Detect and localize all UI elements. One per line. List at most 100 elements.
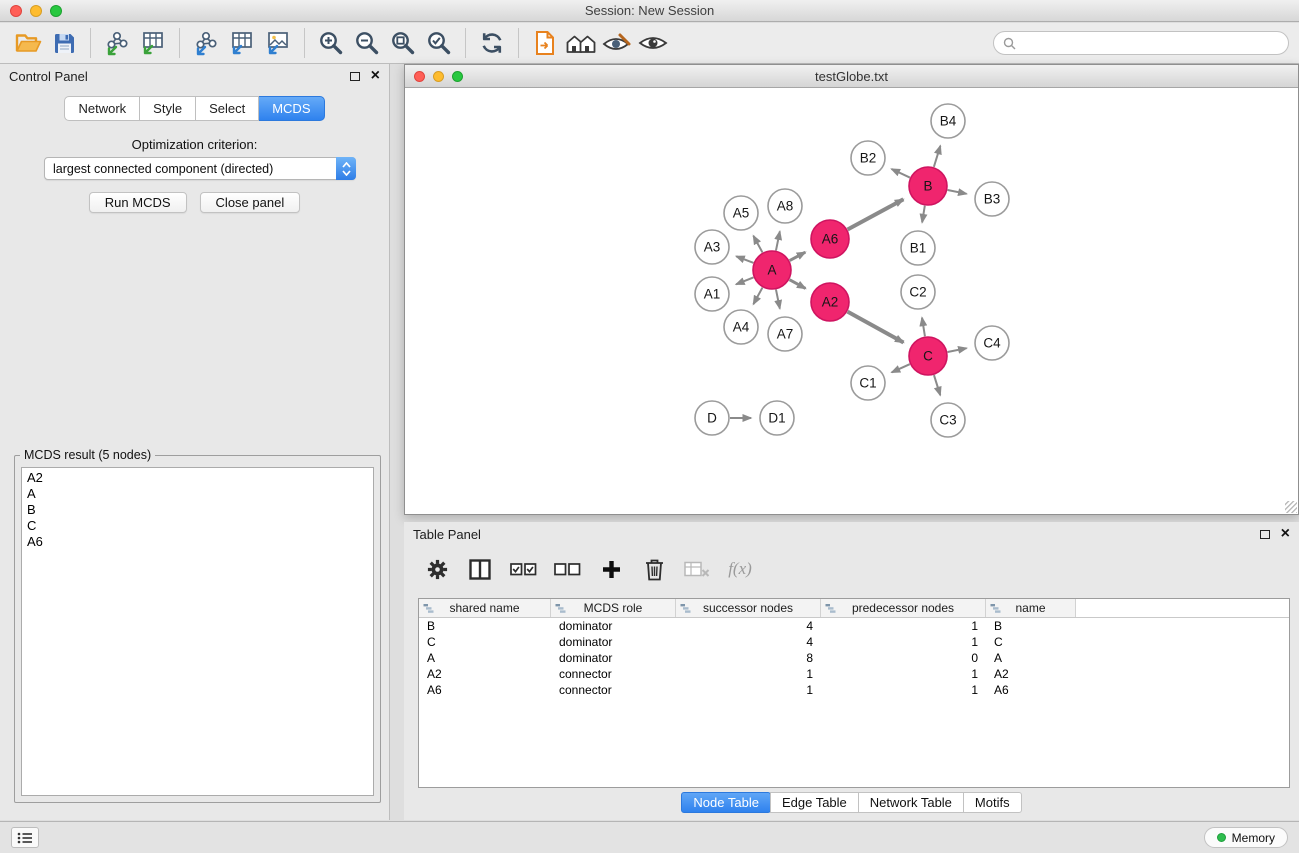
graph-edge-B-B2[interactable] — [892, 169, 910, 178]
refresh-button[interactable] — [474, 26, 510, 60]
graph-edge-A-A7[interactable] — [776, 290, 780, 309]
graph-node-label-A4: A4 — [733, 320, 750, 335]
unselect-all-columns-button[interactable] — [554, 554, 581, 584]
column-header-MCDS-role[interactable]: MCDS role — [551, 599, 676, 617]
delete-row-button[interactable] — [641, 554, 667, 584]
export-network-icon — [193, 30, 220, 56]
table-row-C[interactable]: Cdominator41C — [419, 634, 1289, 650]
status-bar: Memory — [0, 821, 1299, 853]
columns-button[interactable] — [467, 554, 493, 584]
new-network-icon — [533, 30, 557, 56]
graphics-details-button[interactable] — [599, 26, 635, 60]
search-box[interactable] — [993, 31, 1289, 55]
maximize-window-icon[interactable] — [50, 5, 62, 17]
graph-edge-B-B1[interactable] — [922, 206, 925, 223]
graph-edge-B-B3[interactable] — [948, 190, 967, 194]
birds-eye-button[interactable] — [635, 26, 671, 60]
graph-edge-A-A5[interactable] — [753, 236, 762, 253]
table-cell: A2 — [419, 667, 551, 681]
graph-node-label-A7: A7 — [777, 327, 794, 342]
network-window-titlebar[interactable]: testGlobe.txt — [405, 65, 1298, 88]
run-mcds-button[interactable]: Run MCDS — [89, 192, 187, 213]
new-network-button[interactable] — [527, 26, 563, 60]
search-input[interactable] — [1021, 36, 1279, 50]
zoom-fit-icon — [390, 30, 416, 56]
table-cell: dominator — [551, 651, 676, 665]
column-header-predecessor-nodes[interactable]: predecessor nodes — [821, 599, 986, 617]
zoom-out-button[interactable] — [349, 26, 385, 60]
memory-button[interactable]: Memory — [1204, 827, 1288, 848]
close-panel-icon[interactable]: × — [371, 68, 380, 84]
table-panel-header: Table Panel × — [404, 522, 1299, 546]
task-history-button[interactable] — [11, 827, 39, 848]
optimization-criterion-dropdown[interactable]: largest connected component (directed) — [44, 157, 356, 180]
home-button[interactable] — [563, 26, 599, 60]
network-maximize-icon[interactable] — [452, 71, 463, 82]
graph-edge-C-C3[interactable] — [934, 375, 940, 395]
table-row-A2[interactable]: A2connector11A2 — [419, 666, 1289, 682]
result-item[interactable]: C — [22, 518, 373, 534]
table-row-A[interactable]: Adominator80A — [419, 650, 1289, 666]
add-row-button[interactable] — [598, 554, 624, 584]
export-image-button[interactable] — [260, 26, 296, 60]
network-close-icon[interactable] — [414, 71, 425, 82]
close-table-panel-icon[interactable]: × — [1281, 526, 1290, 542]
delete-table-disabled-button — [684, 554, 710, 584]
float-panel-icon[interactable] — [350, 72, 360, 81]
memory-label: Memory — [1232, 831, 1275, 845]
graph-edge-A-A4[interactable] — [753, 288, 762, 305]
mcds-result-list[interactable]: A2ABCA6 — [21, 467, 374, 796]
tab-select[interactable]: Select — [196, 96, 259, 121]
graph-edge-A-A6[interactable] — [790, 252, 806, 260]
tab-node-table[interactable]: Node Table — [681, 792, 771, 813]
close-window-icon[interactable] — [10, 5, 22, 17]
table-row-A6[interactable]: A6connector11A6 — [419, 682, 1289, 698]
control-panel-header: Control Panel × — [0, 64, 389, 88]
graph-edge-C-C2[interactable] — [922, 318, 925, 337]
save-button[interactable] — [46, 26, 82, 60]
column-header-name[interactable]: name — [986, 599, 1076, 617]
minimize-window-icon[interactable] — [30, 5, 42, 17]
graph-edge-A-A3[interactable] — [736, 256, 753, 263]
select-all-columns-button[interactable] — [510, 554, 537, 584]
result-item[interactable]: B — [22, 502, 373, 518]
export-network-button[interactable] — [188, 26, 224, 60]
result-item[interactable]: A — [22, 486, 373, 502]
list-icon — [17, 832, 33, 844]
zoom-selected-button[interactable] — [421, 26, 457, 60]
result-item[interactable]: A6 — [22, 534, 373, 550]
result-item[interactable]: A2 — [22, 470, 373, 486]
resize-grip[interactable] — [1285, 501, 1297, 513]
open-folder-button[interactable] — [10, 26, 46, 60]
tab-motifs[interactable]: Motifs — [963, 792, 1022, 813]
mcds-result-group: MCDS result (5 nodes) A2ABCA6 — [14, 455, 381, 803]
graph-edge-C-C4[interactable] — [948, 348, 967, 352]
graph-edge-A2-C[interactable] — [848, 312, 904, 343]
import-table-button[interactable] — [135, 26, 171, 60]
graph-edge-A-A1[interactable] — [736, 277, 753, 284]
close-panel-button[interactable]: Close panel — [200, 192, 301, 213]
zoom-fit-button[interactable] — [385, 26, 421, 60]
tab-mcds[interactable]: MCDS — [259, 96, 324, 121]
network-minimize-icon[interactable] — [433, 71, 444, 82]
export-table-button[interactable] — [224, 26, 260, 60]
column-header-successor-nodes[interactable]: successor nodes — [676, 599, 821, 617]
tab-style[interactable]: Style — [140, 96, 196, 121]
column-header-shared-name[interactable]: shared name — [419, 599, 551, 617]
import-network-button[interactable] — [99, 26, 135, 60]
tab-network[interactable]: Network — [64, 96, 140, 121]
tab-edge-table[interactable]: Edge Table — [770, 792, 859, 813]
graphics-details-icon — [602, 31, 632, 55]
dropdown-stepper-icon — [336, 157, 356, 180]
graph-edge-A6-B[interactable] — [848, 199, 904, 229]
zoom-in-button[interactable] — [313, 26, 349, 60]
graph-edge-A-A2[interactable] — [790, 280, 806, 289]
graph-edge-A-A8[interactable] — [776, 231, 780, 250]
graph-edge-C-C1[interactable] — [892, 364, 910, 372]
tab-network-table[interactable]: Network Table — [858, 792, 964, 813]
table-row-B[interactable]: Bdominator41B — [419, 618, 1289, 634]
settings-gear-button[interactable] — [424, 554, 450, 584]
graph-edge-B-B4[interactable] — [934, 146, 940, 167]
network-canvas[interactable]: B4B2BB3A5A8A6A3B1AC2A1A2A4A7C4CC1DD1C3 — [405, 88, 1298, 514]
float-table-panel-icon[interactable] — [1260, 530, 1270, 539]
